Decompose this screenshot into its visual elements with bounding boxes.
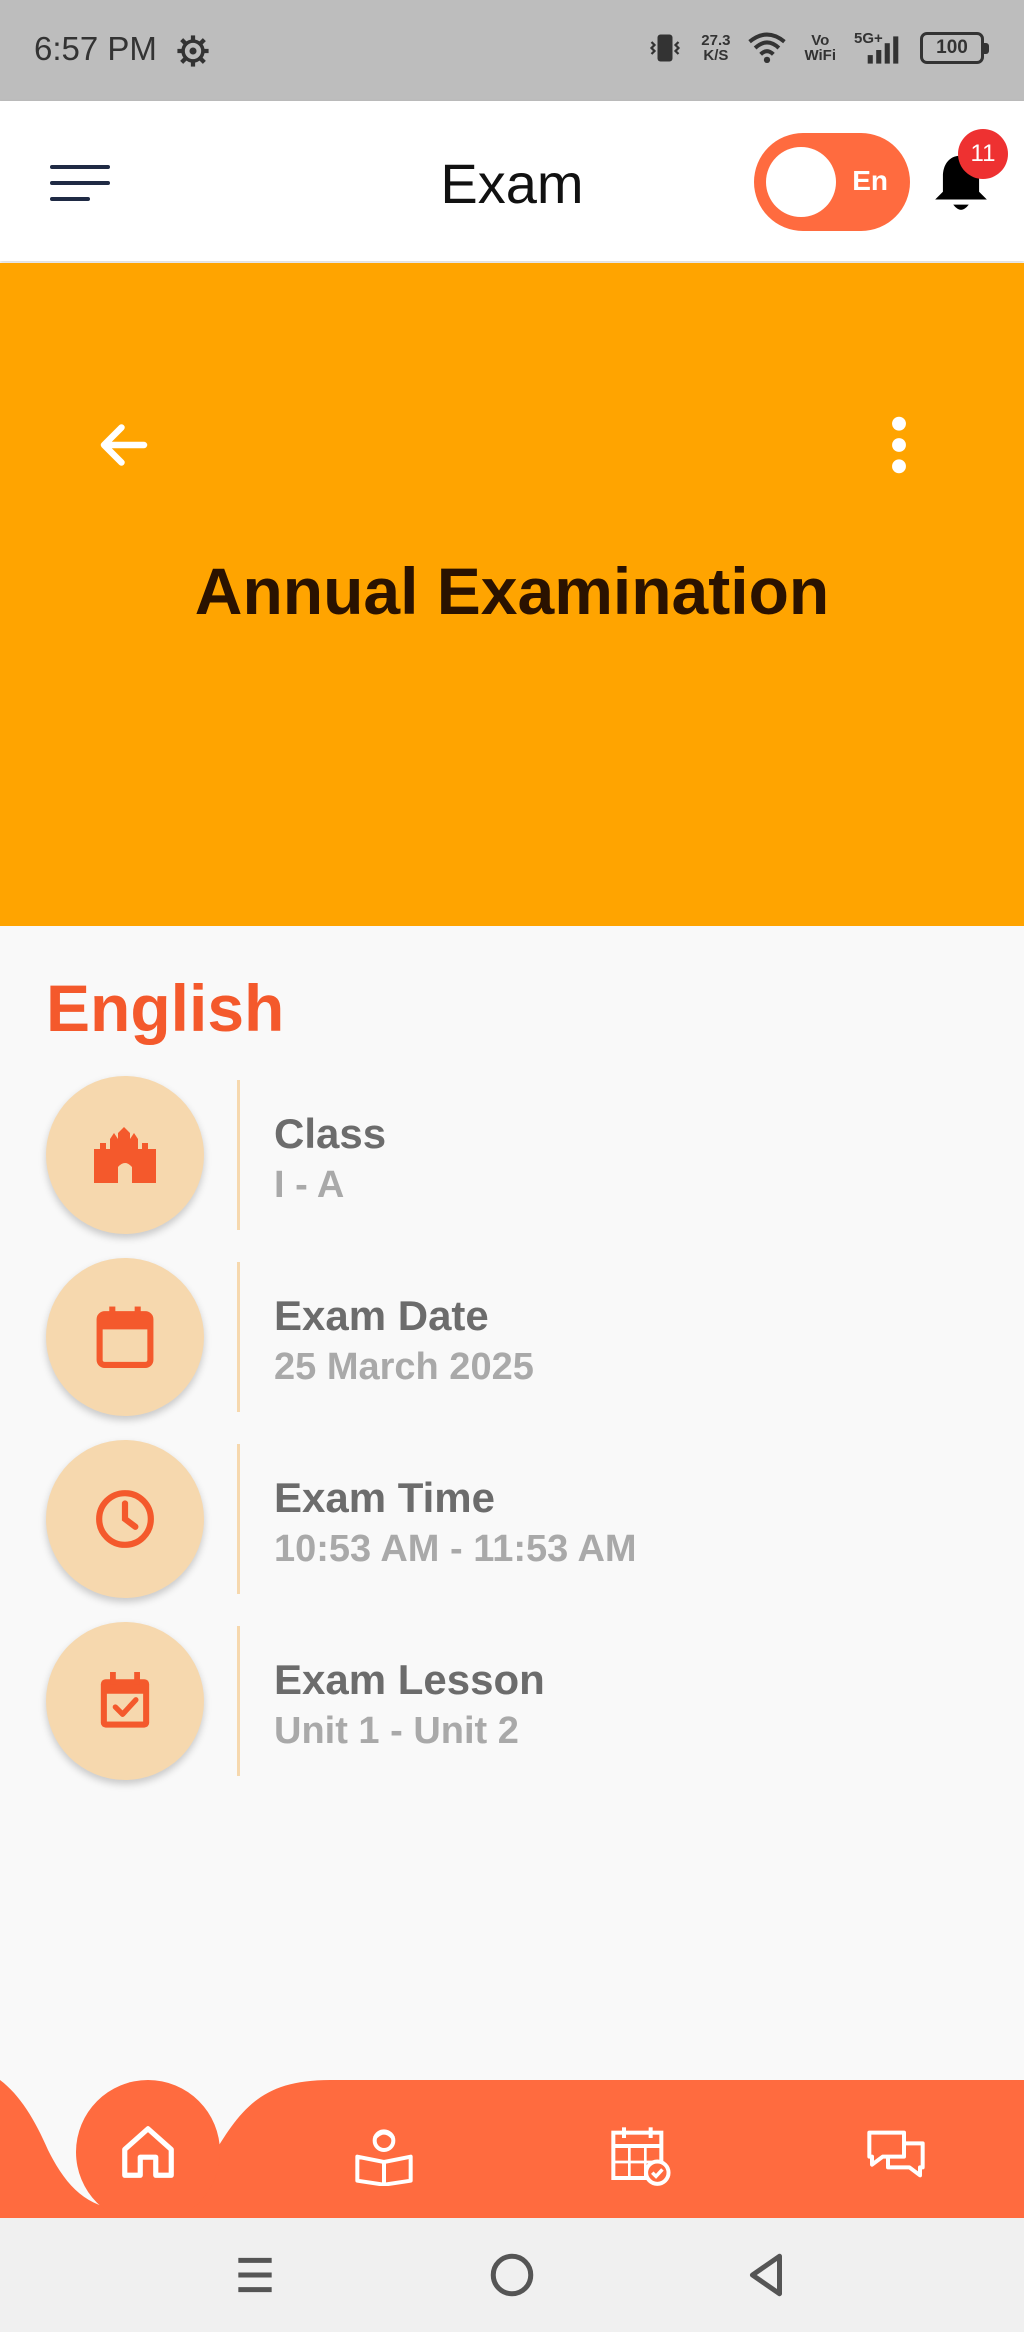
divider — [237, 1080, 240, 1230]
class-label: Class — [274, 1110, 387, 1157]
nav-student-reading-icon[interactable] — [352, 2122, 416, 2186]
vowifi-line1: Vo — [811, 32, 830, 49]
vowifi-indicator: Vo WiFi — [804, 33, 836, 63]
exam-title: Annual Examination — [194, 554, 830, 628]
network-speed: 27.3 K/S — [701, 33, 730, 63]
language-label: En — [852, 165, 888, 196]
recent-apps-icon[interactable] — [230, 2250, 280, 2300]
calendar-check-icon — [100, 1672, 150, 1728]
app-header: Exam En 11 — [0, 101, 1024, 261]
exam-date-value: 25 March 2025 — [274, 1346, 534, 1388]
building-icon — [94, 1127, 156, 1183]
exam-time-value: 10:53 AM - 11:53 AM — [274, 1528, 637, 1570]
exam-date-row: Exam Date 25 March 2025 — [0, 1258, 1024, 1428]
divider — [237, 1262, 240, 1412]
clock-icon — [96, 1490, 154, 1548]
nav-calendar-check-icon[interactable] — [608, 2122, 672, 2186]
status-bar: 6:57 PM 27.3 K/S Vo WiFi 5G+ 100 — [0, 0, 1024, 101]
settings-gear-icon — [177, 35, 209, 67]
time-icon-circle — [46, 1440, 204, 1598]
menu-icon[interactable] — [50, 161, 110, 205]
class-row: Class I - A — [0, 1076, 1024, 1246]
wifi-icon — [748, 32, 787, 64]
divider — [237, 1444, 240, 1594]
date-icon-circle — [46, 1258, 204, 1416]
nav-home-button[interactable] — [76, 2080, 220, 2224]
class-value: I - A — [274, 1164, 345, 1206]
divider — [237, 1626, 240, 1776]
exam-lesson-label: Exam Lesson — [274, 1656, 545, 1703]
lesson-icon-circle — [46, 1622, 204, 1780]
bottom-navigation — [0, 2080, 1024, 2224]
exam-lesson-value: Unit 1 - Unit 2 — [274, 1710, 519, 1752]
calendar-icon — [96, 1306, 154, 1368]
toggle-knob — [766, 147, 836, 217]
vibrate-icon — [650, 34, 681, 62]
subject-title: English — [46, 971, 285, 1045]
notification-badge: 11 — [958, 129, 1008, 179]
exam-banner: Annual Examination — [0, 263, 1024, 926]
home-circle-icon[interactable] — [487, 2250, 537, 2300]
exam-date-label: Exam Date — [274, 1292, 489, 1339]
back-arrow-icon[interactable] — [94, 415, 154, 475]
battery-indicator: 100 — [920, 32, 989, 64]
exam-lesson-row: Exam Lesson Unit 1 - Unit 2 — [0, 1622, 1024, 1792]
nav-chat-icon[interactable] — [864, 2122, 928, 2186]
back-triangle-icon[interactable] — [742, 2250, 792, 2300]
exam-time-label: Exam Time — [274, 1474, 496, 1521]
vowifi-line2: WiFi — [804, 47, 836, 64]
cellular-signal-icon: 5G+ — [854, 30, 902, 66]
home-icon — [122, 2126, 174, 2178]
network-speed-value: 27.3 — [701, 32, 731, 49]
system-navigation-bar — [0, 2218, 1024, 2332]
class-icon-circle — [46, 1076, 204, 1234]
network-speed-unit: K/S — [703, 47, 729, 64]
more-options-icon[interactable] — [876, 413, 922, 477]
language-toggle[interactable]: En — [754, 133, 910, 231]
exam-time-row: Exam Time 10:53 AM - 11:53 AM — [0, 1440, 1024, 1610]
status-time: 6:57 PM — [34, 30, 157, 67]
